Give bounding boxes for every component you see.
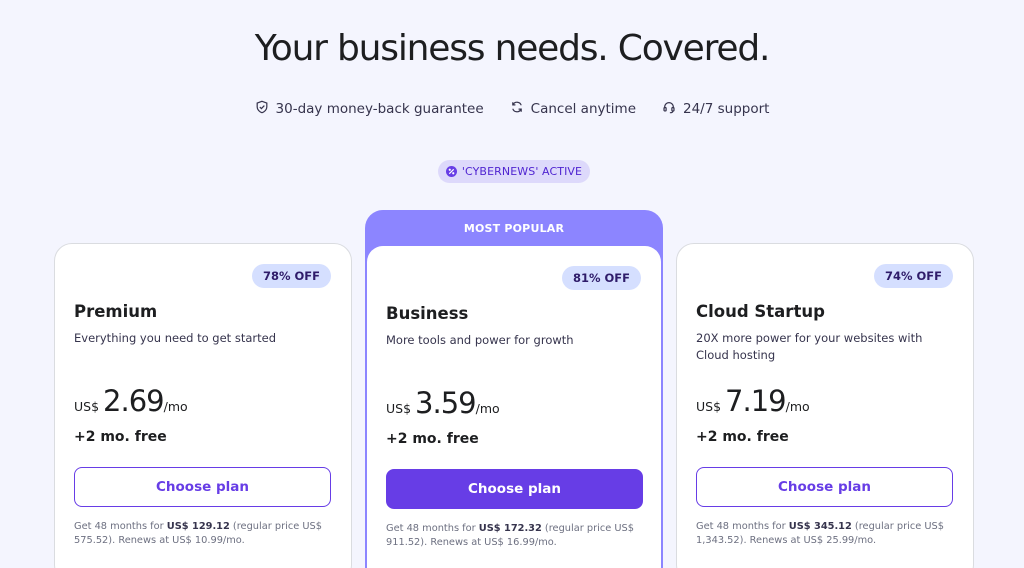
feature-guarantee: 30-day money-back guarantee bbox=[255, 100, 484, 118]
choose-plan-button[interactable]: Choose plan bbox=[386, 469, 643, 509]
discount-badge-icon bbox=[445, 166, 457, 177]
price-amount: 7.19 bbox=[725, 384, 787, 418]
feature-label: Cancel anytime bbox=[530, 101, 636, 117]
plan-name: Premium bbox=[74, 302, 158, 321]
plan-name: Cloud Startup bbox=[696, 302, 825, 321]
plan-description: 20X more power for your websites with Cl… bbox=[696, 331, 923, 362]
plan-name: Business bbox=[386, 304, 469, 323]
plan-fine-print: Get 48 months for US$ 129.12 (regular pr… bbox=[74, 520, 332, 548]
coupon-status-badge: 'CYBERNEWS' ACTIVE bbox=[438, 160, 590, 183]
price-amount: 3.59 bbox=[415, 386, 477, 420]
plan-price: US$ 7.19 /mo bbox=[696, 384, 810, 418]
feature-label: 30-day money-back guarantee bbox=[275, 101, 484, 117]
discount-badge: 78% OFF bbox=[251, 264, 331, 288]
plan-card-premium: 78% OFF Premium Everything you need to g… bbox=[54, 243, 352, 568]
plan-fine-print: Get 48 months for US$ 172.32 (regular pr… bbox=[386, 522, 644, 550]
plan-card-cloud-startup: 74% OFF Cloud Startup 20X more power for… bbox=[676, 243, 974, 568]
fine-total: US$ 172.32 bbox=[478, 523, 542, 534]
price-period: /mo bbox=[785, 399, 810, 414]
price-currency: US$ bbox=[386, 401, 412, 416]
discount-badge: 74% OFF bbox=[873, 264, 953, 288]
plan-description: Everything you need to get started bbox=[74, 331, 276, 345]
price-period: /mo bbox=[163, 399, 188, 414]
price-currency: US$ bbox=[696, 399, 722, 414]
feature-list: 30-day money-back guarantee Cancel anyti… bbox=[0, 100, 1024, 118]
feature-label: 24/7 support bbox=[683, 101, 770, 117]
discount-badge: 81% OFF bbox=[561, 266, 641, 290]
refresh-icon bbox=[510, 100, 524, 118]
fine-total: US$ 129.12 bbox=[166, 521, 230, 532]
plan-price: US$ 2.69 /mo bbox=[74, 384, 188, 418]
choose-plan-button[interactable]: Choose plan bbox=[696, 467, 953, 507]
shield-check-icon bbox=[255, 100, 269, 118]
bonus-months: +2 mo. free bbox=[696, 429, 789, 445]
plan-fine-print: Get 48 months for US$ 345.12 (regular pr… bbox=[696, 520, 954, 548]
choose-plan-button[interactable]: Choose plan bbox=[74, 467, 331, 507]
fine-prefix: Get 48 months for bbox=[74, 521, 167, 532]
price-currency: US$ bbox=[74, 399, 100, 414]
plan-card-business: 81% OFF Business More tools and power fo… bbox=[367, 246, 661, 568]
coupon-label: 'CYBERNEWS' ACTIVE bbox=[461, 165, 583, 178]
fine-total: US$ 345.12 bbox=[788, 521, 852, 532]
fine-prefix: Get 48 months for bbox=[696, 521, 789, 532]
plan-description: More tools and power for growth bbox=[386, 333, 574, 347]
page-title: Your business needs. Covered. bbox=[254, 28, 771, 69]
bonus-months: +2 mo. free bbox=[386, 431, 479, 447]
price-period: /mo bbox=[475, 401, 500, 416]
bonus-months: +2 mo. free bbox=[74, 429, 167, 445]
price-amount: 2.69 bbox=[103, 384, 165, 418]
feature-cancel: Cancel anytime bbox=[510, 100, 636, 118]
headset-icon bbox=[662, 100, 676, 118]
plan-price: US$ 3.59 /mo bbox=[386, 386, 500, 420]
fine-prefix: Get 48 months for bbox=[386, 523, 479, 534]
most-popular-label: MOST POPULAR bbox=[463, 221, 565, 235]
feature-support: 24/7 support bbox=[662, 100, 769, 118]
